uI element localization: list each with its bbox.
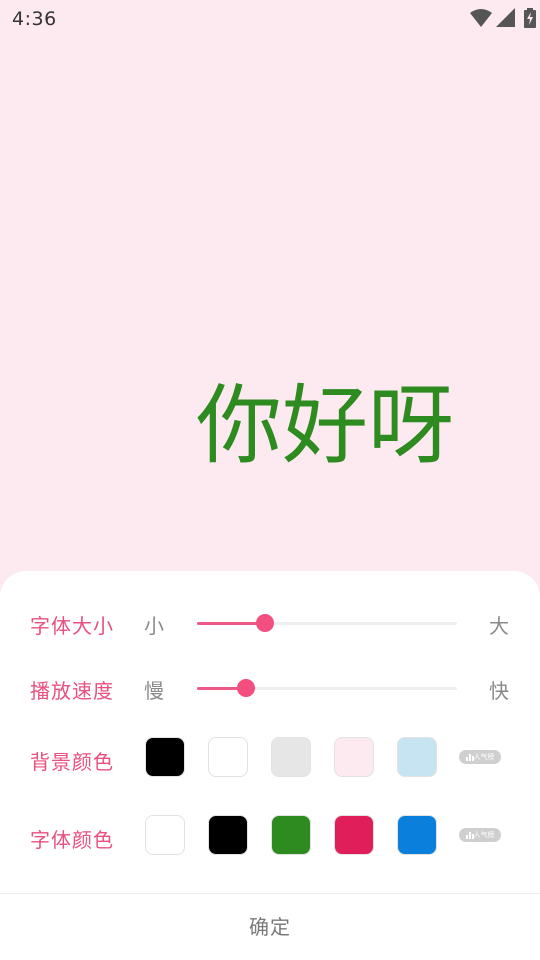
bar-chart-icon [465, 831, 474, 839]
text-color-swatch-2[interactable] [208, 815, 248, 855]
font-size-slider[interactable] [197, 614, 457, 632]
text-color-swatch-3[interactable] [271, 815, 311, 855]
font-size-max-label: 大 [489, 614, 509, 638]
background-custom-chip[interactable]: 人气榜 [459, 750, 501, 764]
background-color-swatch-5[interactable] [397, 737, 437, 777]
settings-sheet: 字体大小 小 大 播放速度 慢 快 背景颜色 人气榜 字体颜色 人气榜 确定 [0, 571, 540, 960]
speed-row: 播放速度 慢 快 [0, 663, 540, 713]
background-color-swatch-4[interactable] [334, 737, 374, 777]
font-size-row: 字体大小 小 大 [0, 598, 540, 648]
speed-slider-thumb[interactable] [237, 679, 255, 697]
text-color-swatch-5[interactable] [397, 815, 437, 855]
battery-charging-icon [524, 8, 536, 28]
font-size-slider-thumb[interactable] [256, 614, 274, 632]
text-custom-chip[interactable]: 人气榜 [459, 828, 501, 842]
background-color-swatch-2[interactable] [208, 737, 248, 777]
status-time: 4:36 [12, 8, 57, 30]
text-color-swatch-1[interactable] [145, 815, 185, 855]
background-color-swatch-1[interactable] [145, 737, 185, 777]
font-size-label: 字体大小 [30, 614, 114, 638]
text-color-row: 字体颜色 人气榜 [0, 812, 540, 862]
speed-slider[interactable] [197, 679, 457, 697]
signal-icon [496, 8, 515, 27]
preview-text: 你好呀 [196, 376, 454, 476]
text-color-swatch-4[interactable] [334, 815, 374, 855]
confirm-button[interactable]: 确定 [0, 894, 540, 960]
bar-chart-icon [465, 753, 474, 761]
background-color-swatch-3[interactable] [271, 737, 311, 777]
scrolling-text-preview: 你好呀 [0, 36, 540, 576]
status-bar: 4:36 [0, 0, 540, 36]
wifi-icon [470, 9, 492, 27]
speed-label: 播放速度 [30, 679, 114, 703]
background-color-label: 背景颜色 [30, 750, 114, 774]
font-size-min-label: 小 [144, 614, 164, 638]
text-custom-chip-label: 人气榜 [473, 831, 495, 839]
background-custom-chip-label: 人气榜 [473, 753, 495, 761]
speed-min-label: 慢 [144, 679, 164, 703]
font-size-slider-fill [197, 622, 265, 625]
speed-max-label: 快 [489, 679, 509, 703]
screen: 4:36 你好呀 字体大小 小 大 播放速度 慢 快 背景颜色 人气榜 字体颜色… [0, 0, 540, 960]
background-color-row: 背景颜色 人气榜 [0, 734, 540, 784]
text-color-label: 字体颜色 [30, 828, 114, 852]
